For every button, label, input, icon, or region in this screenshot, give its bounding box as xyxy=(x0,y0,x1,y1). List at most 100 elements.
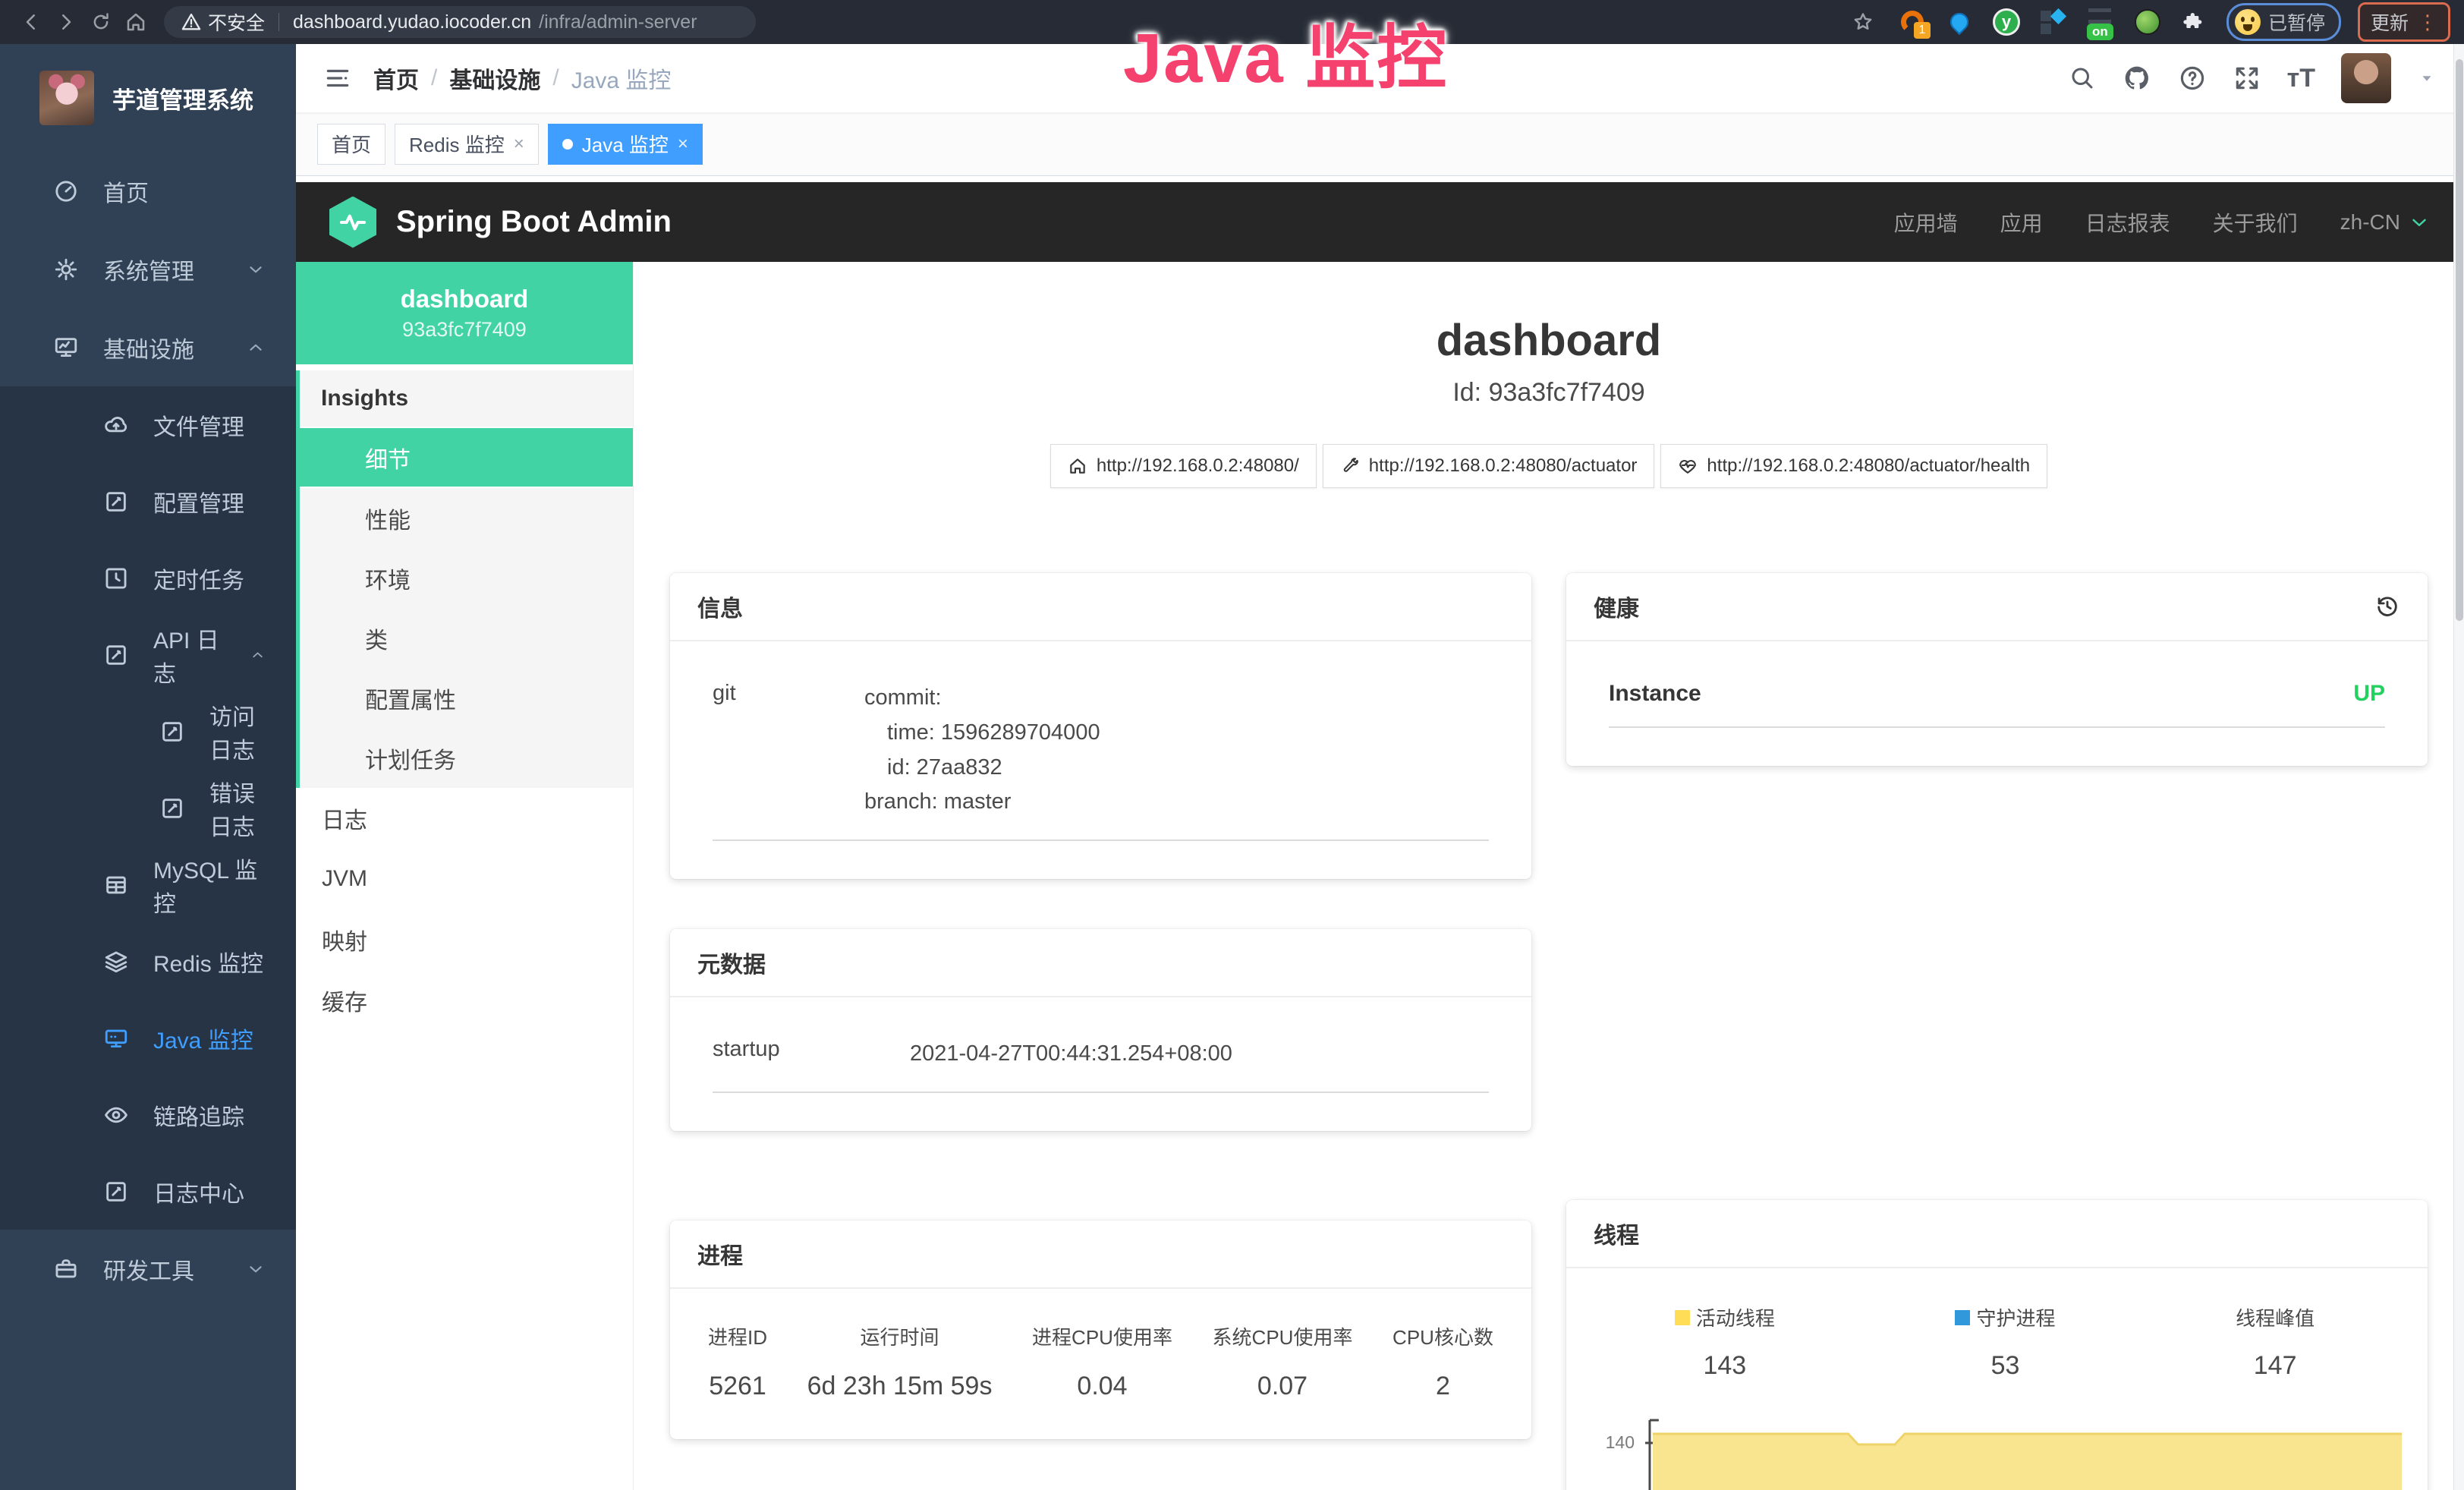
tab-home[interactable]: 首页 xyxy=(317,124,385,165)
history-icon[interactable] xyxy=(2374,594,2400,619)
ytick-140: 140 xyxy=(1606,1432,1635,1453)
browser-home-button[interactable] xyxy=(118,5,153,39)
fullscreen-icon[interactable] xyxy=(2233,64,2261,93)
extension-switch-icon[interactable]: on xyxy=(2085,7,2116,37)
log-edit-icon xyxy=(103,1179,129,1205)
tab-close-icon[interactable]: × xyxy=(678,134,688,155)
sba-menu-environment[interactable]: 环境 xyxy=(300,548,633,608)
sidebar-item-label: Redis 监控 xyxy=(153,945,263,978)
caret-down-icon[interactable] xyxy=(2417,68,2437,88)
sba-instance-header[interactable]: dashboard 93a3fc7f7409 xyxy=(296,262,633,364)
git-branch-line: branch: master xyxy=(864,785,1489,820)
sidebar-item-java-monitor[interactable]: Java 监控 xyxy=(0,1000,296,1076)
health-card-title: 健康 xyxy=(1594,590,1639,623)
address-bar[interactable]: 不安全 dashboard.yudao.iocoder.cn/infra/adm… xyxy=(164,6,756,38)
page-scrollbar[interactable] xyxy=(2453,44,2464,1490)
extension-colorzilla-icon[interactable]: 1 xyxy=(1897,7,1927,37)
font-size-icon[interactable]: ᴛT xyxy=(2287,64,2315,93)
sidebar-item-access-logs[interactable]: 访问日志 xyxy=(0,693,296,770)
threads-card-title: 线程 xyxy=(1594,1217,1639,1250)
process-uptime-value: 6d 23h 15m 59s xyxy=(807,1372,993,1401)
tab-java-monitor[interactable]: Java 监控 × xyxy=(548,124,703,165)
sidebar-item-config-manage[interactable]: 配置管理 xyxy=(0,463,296,540)
spring-boot-admin-logo[interactable] xyxy=(329,197,376,248)
database-table-icon xyxy=(103,872,129,898)
sidebar-item-label: 定时任务 xyxy=(153,562,244,595)
sba-brand-title[interactable]: Spring Boot Admin xyxy=(396,205,672,239)
avatar[interactable] xyxy=(2341,53,2391,103)
log-edit-icon xyxy=(159,719,185,745)
extension-leaf-icon[interactable] xyxy=(2132,7,2163,37)
sidebar-item-log-center[interactable]: 日志中心 xyxy=(0,1153,296,1230)
chart-plot-area xyxy=(1645,1414,2405,1490)
sidebar-item-dev-tools[interactable]: 研发工具 xyxy=(0,1230,296,1308)
sidebar-item-error-logs[interactable]: 错误日志 xyxy=(0,770,296,846)
breadcrumb-separator: / xyxy=(552,65,559,91)
sba-menu-jvm[interactable]: JVM xyxy=(296,849,633,909)
browser-reload-button[interactable] xyxy=(83,5,118,39)
service-url: http://192.168.0.2:48080/ xyxy=(1097,455,1299,477)
sba-nav-about[interactable]: 关于我们 xyxy=(2213,207,2298,238)
tab-close-icon[interactable]: × xyxy=(514,134,524,155)
sba-nav-journal[interactable]: 日志报表 xyxy=(2085,207,2170,238)
paused-badge[interactable]: 已暂停 xyxy=(2226,3,2341,41)
sidebar-item-system[interactable]: 系统管理 xyxy=(0,230,296,308)
health-instance-row[interactable]: Instance UP xyxy=(1609,681,2385,728)
sba-nav-applications[interactable]: 应用 xyxy=(2000,207,2043,238)
extension-grid-icon[interactable] xyxy=(2038,7,2069,37)
sidebar-item-redis-monitor[interactable]: Redis 监控 xyxy=(0,923,296,1000)
sidebar-item-infra[interactable]: 基础设施 xyxy=(0,308,296,386)
tab-label: Java 监控 xyxy=(582,130,669,158)
tab-label: 首页 xyxy=(332,130,371,158)
process-pid-value: 5261 xyxy=(708,1372,767,1401)
sidebar-item-home[interactable]: 首页 xyxy=(0,152,296,230)
sidebar-item-api-logs[interactable]: API 日志 xyxy=(0,616,296,693)
browser-update-button[interactable]: 更新 ⋮ xyxy=(2358,2,2450,42)
browser-forward-button[interactable] xyxy=(49,5,83,39)
extension-y-icon[interactable]: y xyxy=(1991,7,2022,37)
health-url-chip[interactable]: http://192.168.0.2:48080/actuator/health xyxy=(1660,444,2047,488)
scrollbar-thumb[interactable] xyxy=(2456,59,2463,621)
sidebar-item-file-manage[interactable]: 文件管理 xyxy=(0,386,296,463)
sba-menu-mappings[interactable]: 映射 xyxy=(296,909,633,970)
thread-stats: 活动线程 143 守护进程 53 线程峰值 14 xyxy=(1584,1303,2405,1381)
sba-menu-classes[interactable]: 类 xyxy=(300,608,633,668)
help-icon[interactable] xyxy=(2178,64,2207,93)
search-icon[interactable] xyxy=(2069,65,2096,92)
actuator-url-chip[interactable]: http://192.168.0.2:48080/actuator xyxy=(1323,444,1655,488)
sba-menu-config-props[interactable]: 配置属性 xyxy=(300,668,633,728)
extension-badge: 1 xyxy=(1914,22,1931,39)
breadcrumb: 首页 / 基础设施 / Java 监控 xyxy=(373,61,671,95)
warning-icon xyxy=(181,11,202,33)
sba-nav-wallboard[interactable]: 应用墙 xyxy=(1894,207,1958,238)
bookmark-star-icon[interactable] xyxy=(1846,5,1880,39)
peak-threads-value: 147 xyxy=(2236,1351,2315,1381)
sba-menu-scheduled-tasks[interactable]: 计划任务 xyxy=(300,728,633,788)
browser-back-button[interactable] xyxy=(14,5,49,39)
extension-pin-icon[interactable] xyxy=(1944,7,1975,37)
metadata-startup-row: startup 2021-04-27T00:44:31.254+08:00 xyxy=(713,1037,1489,1093)
chart-y-axis-labels: 140 120 100 xyxy=(1584,1414,1645,1490)
breadcrumb-home[interactable]: 首页 xyxy=(373,61,419,95)
github-icon[interactable] xyxy=(2122,63,2152,93)
info-git-label: git xyxy=(713,681,864,820)
hamburger-menu-icon[interactable] xyxy=(323,64,352,93)
tab-redis-monitor[interactable]: Redis 监控 × xyxy=(395,124,539,165)
breadcrumb-infra[interactable]: 基础设施 xyxy=(449,61,540,95)
extensions-puzzle-icon[interactable] xyxy=(2179,7,2210,37)
sidebar-item-tracing[interactable]: 链路追踪 xyxy=(0,1076,296,1153)
legend-square-yellow xyxy=(1675,1310,1690,1325)
status-badge-up: UP xyxy=(2353,681,2385,707)
sba-locale-select[interactable]: zh-CN xyxy=(2340,210,2431,235)
sba-menu-caches[interactable]: 缓存 xyxy=(296,970,633,1031)
sba-menu-logs[interactable]: 日志 xyxy=(296,788,633,849)
sidebar-item-scheduled-jobs[interactable]: 定时任务 xyxy=(0,540,296,616)
legend-square-blue xyxy=(1955,1310,1970,1325)
sidebar-item-mysql-monitor[interactable]: MySQL 监控 xyxy=(0,846,296,923)
service-url-chip[interactable]: http://192.168.0.2:48080/ xyxy=(1050,444,1317,488)
monitor-icon xyxy=(53,335,79,361)
sba-menu-details[interactable]: 细节 xyxy=(300,428,633,488)
process-cpu-header: 进程CPU使用率 xyxy=(1032,1322,1172,1350)
browser-menu-icon[interactable]: ⋮ xyxy=(2418,11,2437,34)
sba-menu-metrics[interactable]: 性能 xyxy=(300,488,633,548)
